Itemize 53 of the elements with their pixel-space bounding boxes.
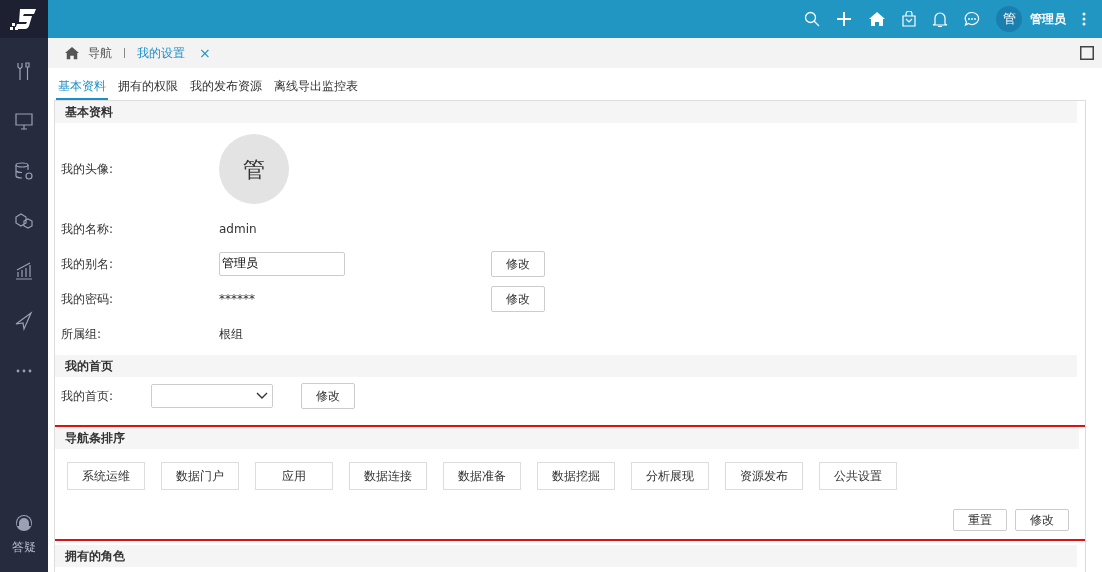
field-label: 我的首页: [61, 389, 114, 403]
chat-icon[interactable] [964, 11, 980, 27]
edit-button[interactable]: 修改 [491, 250, 545, 277]
tab[interactable]: 我的发布资源 [188, 77, 264, 100]
field-label: 我的别名: [61, 256, 114, 271]
bag-icon[interactable] [902, 11, 916, 27]
nav-item-button[interactable]: 分析展现 [631, 462, 709, 490]
field-label: 我的头像: [61, 162, 114, 176]
bell-icon[interactable] [932, 10, 948, 28]
edit-button[interactable]: 修改 [491, 285, 545, 312]
input-field[interactable]: 管理员 [219, 251, 345, 276]
nav-item-button[interactable]: 资源发布 [725, 462, 803, 490]
field-label: 我的名称: [61, 221, 114, 236]
headset-icon[interactable] [15, 514, 33, 534]
monitor-icon[interactable] [14, 111, 34, 131]
action-button[interactable]: 重置 [953, 509, 1007, 531]
help-label[interactable]: 答疑 [12, 538, 36, 556]
field-label: 所属组: [61, 326, 102, 341]
tab[interactable]: 拥有的权限 [116, 77, 180, 100]
home-icon[interactable] [64, 46, 80, 60]
tab[interactable]: 离线导出监控表 [272, 77, 360, 100]
maximize-icon[interactable] [1080, 46, 1094, 60]
more-icon[interactable] [1082, 12, 1086, 26]
nav-item-button[interactable]: 系统运维 [67, 462, 145, 490]
chevron-down-icon [256, 392, 268, 400]
breadcrumb-link[interactable]: 导航 [88, 44, 112, 62]
nav-item-button[interactable]: 数据连接 [349, 462, 427, 490]
section-title: 我的首页 [65, 358, 113, 375]
logo-icon[interactable] [10, 7, 38, 31]
nav-item-button[interactable]: 数据门户 [161, 462, 239, 490]
section-title: 基本资料 [65, 104, 113, 121]
avatar: 管 [219, 134, 289, 204]
nav-item-button[interactable]: 数据准备 [443, 462, 521, 490]
bar-chart-icon[interactable] [14, 261, 34, 281]
cubes-icon[interactable] [14, 211, 34, 231]
nav-item-button[interactable]: 应用 [255, 462, 333, 490]
field-label: 我的密码: [61, 291, 114, 306]
nav-item-button[interactable]: 数据挖掘 [537, 462, 615, 490]
field-value: admin [219, 221, 257, 236]
home-icon[interactable] [868, 11, 886, 27]
section-title: 拥有的角色 [65, 548, 125, 565]
action-button[interactable]: 修改 [1015, 509, 1069, 531]
nav-item-button[interactable]: 公共设置 [819, 462, 897, 490]
paper-plane-icon[interactable] [14, 311, 34, 331]
search-icon[interactable] [804, 11, 820, 27]
database-gear-icon[interactable] [14, 161, 34, 181]
field-value: ****** [219, 291, 255, 306]
user-avatar[interactable]: 管 [996, 6, 1022, 32]
plus-icon[interactable] [836, 11, 852, 27]
field-value: 根组 [219, 326, 243, 341]
section-title: 导航条排序 [65, 430, 125, 447]
select-field[interactable] [151, 384, 273, 408]
edit-button[interactable]: 修改 [301, 383, 355, 409]
